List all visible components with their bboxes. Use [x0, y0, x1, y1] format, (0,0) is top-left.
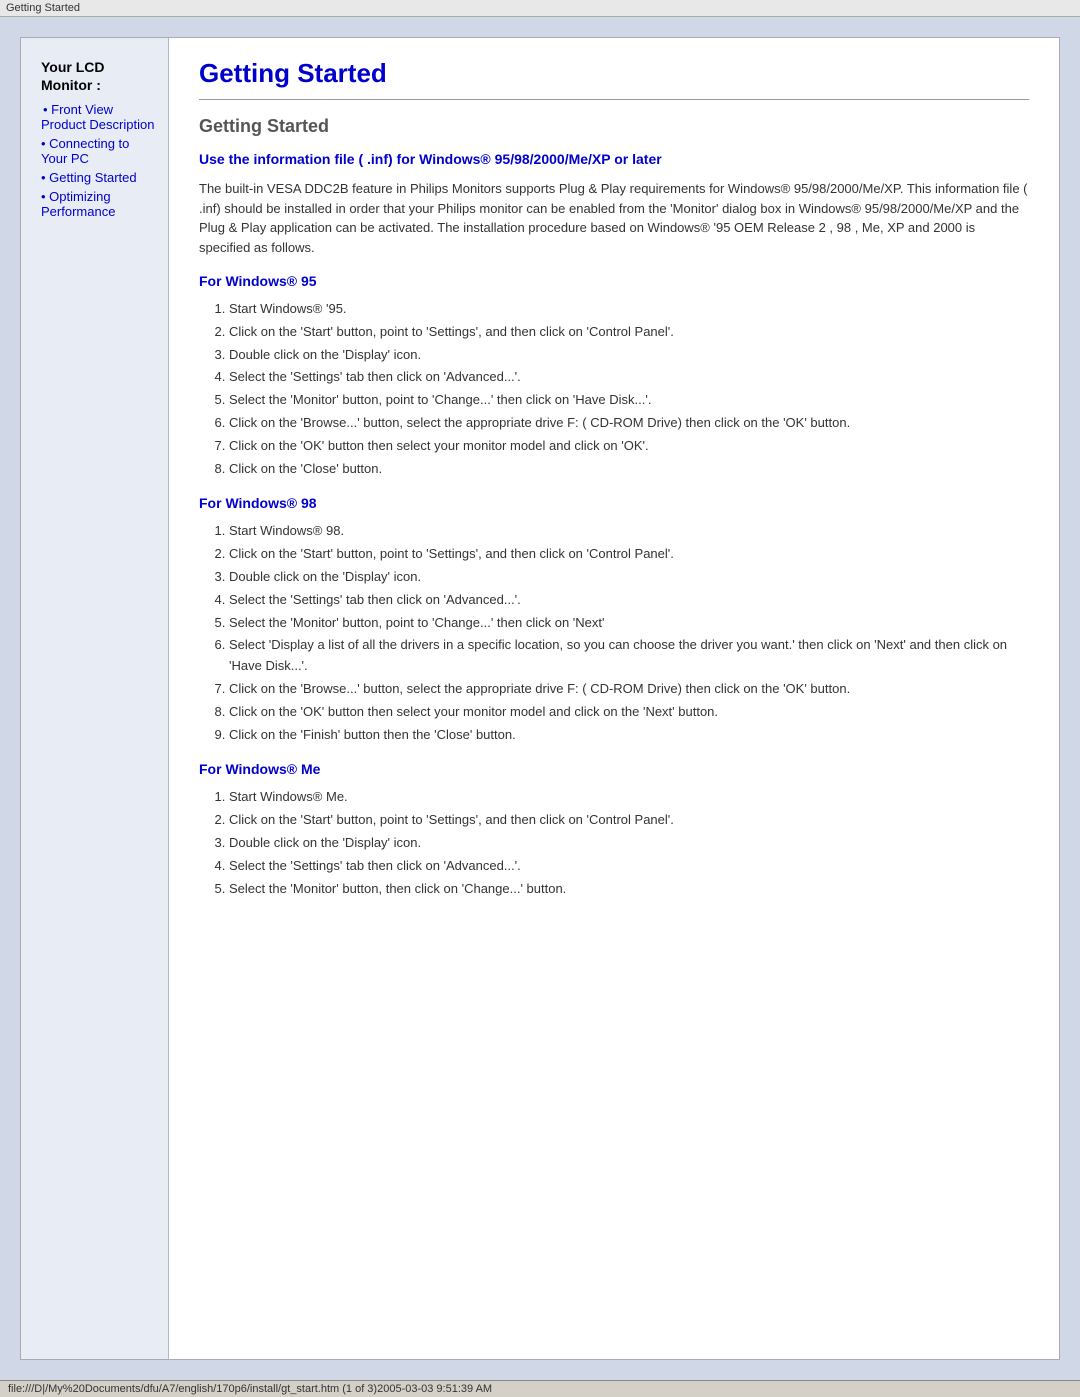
- sidebar: Your LCDMonitor : • Front View Product D…: [21, 38, 169, 1359]
- list-item: Click on the 'Start' button, point to 'S…: [229, 322, 1029, 343]
- list-item: Select the 'Monitor' button, then click …: [229, 879, 1029, 900]
- windowsme-heading: For Windows® Me: [199, 761, 1029, 777]
- sidebar-item-getting-started[interactable]: • Getting Started: [41, 170, 158, 185]
- sidebar-item-connecting[interactable]: • Connecting to Your PC: [41, 136, 158, 166]
- list-item: Double click on the 'Display' icon.: [229, 833, 1029, 854]
- list-item: Click on the 'Close' button.: [229, 459, 1029, 480]
- list-item: Select the 'Monitor' button, point to 'C…: [229, 390, 1029, 411]
- list-item: Click on the 'OK' button then select you…: [229, 702, 1029, 723]
- status-bar-text: file:///D|/My%20Documents/dfu/A7/english…: [8, 1383, 492, 1395]
- status-bar: file:///D|/My%20Documents/dfu/A7/english…: [0, 1380, 1080, 1397]
- sidebar-title: Your LCDMonitor :: [41, 58, 158, 94]
- list-item: Start Windows® Me.: [229, 787, 1029, 808]
- subtitle: Use the information file ( .inf) for Win…: [199, 151, 1029, 167]
- divider: [199, 99, 1029, 100]
- main-content: Getting Started Getting Started Use the …: [169, 38, 1059, 1359]
- list-item: Click on the 'Finish' button then the 'C…: [229, 725, 1029, 746]
- sidebar-nav: • Front View Product Description • Conne…: [41, 102, 158, 219]
- list-item: Click on the 'OK' button then select you…: [229, 436, 1029, 457]
- title-bar-text: Getting Started: [6, 2, 80, 14]
- list-item: Select 'Display a list of all the driver…: [229, 635, 1029, 677]
- windows98-steps: Start Windows® 98. Click on the 'Start' …: [229, 521, 1029, 745]
- list-item: Click on the 'Start' button, point to 'S…: [229, 544, 1029, 565]
- windows95-steps: Start Windows® '95. Click on the 'Start'…: [229, 299, 1029, 479]
- list-item: Start Windows® '95.: [229, 299, 1029, 320]
- windows98-heading: For Windows® 98: [199, 495, 1029, 511]
- list-item: Select the 'Monitor' button, point to 'C…: [229, 613, 1029, 634]
- list-item: Start Windows® 98.: [229, 521, 1029, 542]
- windowsme-steps: Start Windows® Me. Click on the 'Start' …: [229, 787, 1029, 899]
- intro-paragraph: The built-in VESA DDC2B feature in Phili…: [199, 179, 1029, 257]
- list-item: Click on the 'Browse...' button, select …: [229, 413, 1029, 434]
- list-item: Select the 'Settings' tab then click on …: [229, 367, 1029, 388]
- sidebar-item-front-view[interactable]: • Front View Product Description: [41, 102, 158, 132]
- list-item: Click on the 'Browse...' button, select …: [229, 679, 1029, 700]
- list-item: Double click on the 'Display' icon.: [229, 345, 1029, 366]
- list-item: Select the 'Settings' tab then click on …: [229, 590, 1029, 611]
- list-item: Click on the 'Start' button, point to 'S…: [229, 810, 1029, 831]
- windows95-heading: For Windows® 95: [199, 273, 1029, 289]
- title-bar: Getting Started: [0, 0, 1080, 17]
- section-title: Getting Started: [199, 116, 1029, 137]
- list-item: Double click on the 'Display' icon.: [229, 567, 1029, 588]
- list-item: Select the 'Settings' tab then click on …: [229, 856, 1029, 877]
- sidebar-item-optimizing[interactable]: • Optimizing Performance: [41, 189, 158, 219]
- page-title: Getting Started: [199, 58, 1029, 89]
